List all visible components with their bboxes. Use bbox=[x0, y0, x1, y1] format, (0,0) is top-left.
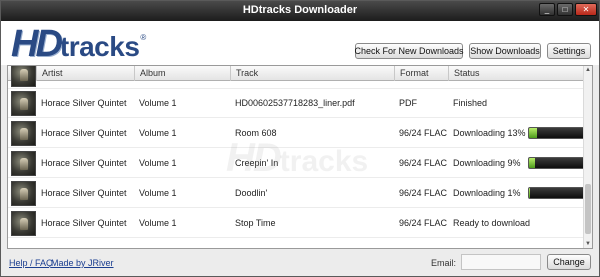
format-cell: 96/24 FLAC bbox=[399, 158, 447, 168]
title-bar[interactable]: HDtracks Downloader _ □ ✕ bbox=[1, 1, 599, 21]
progress-fill bbox=[529, 158, 535, 168]
artist-cell: Horace Silver Quintet bbox=[41, 158, 127, 168]
check-for-new-downloads-button[interactable]: Check For New Downloads bbox=[354, 43, 464, 59]
album-cell: Volume 1 bbox=[139, 188, 177, 198]
album-art-thumbnail bbox=[11, 121, 36, 146]
status-text: Ready to download bbox=[453, 218, 531, 228]
settings-button[interactable]: Settings bbox=[547, 43, 591, 59]
minimize-button[interactable]: _ bbox=[539, 3, 555, 16]
artist-cell: Horace Silver Quintet bbox=[41, 218, 127, 228]
change-email-button[interactable]: Change bbox=[547, 254, 591, 270]
progress-fill bbox=[529, 128, 538, 138]
show-downloads-button[interactable]: Show Downloads bbox=[469, 43, 541, 59]
status-text: Downloading 9% bbox=[453, 158, 521, 168]
status-cell: Downloading 13% bbox=[453, 119, 583, 148]
column-header-artist[interactable]: Artist bbox=[36, 66, 134, 81]
status-text: Downloading 13% bbox=[453, 128, 526, 138]
download-progress-bar bbox=[528, 127, 583, 139]
album-art-thumbnail bbox=[11, 181, 36, 206]
app-window: HDtracks Downloader _ □ ✕ HD tracks ® Ch… bbox=[0, 0, 600, 277]
artist-cell: Horace Silver Quintet bbox=[41, 128, 127, 138]
status-text: Downloading 1% bbox=[453, 188, 521, 198]
logo-tracks: tracks bbox=[59, 31, 140, 62]
artist-cell: Horace Silver Quintet bbox=[41, 98, 127, 108]
close-button[interactable]: ✕ bbox=[575, 3, 597, 16]
download-progress-bar bbox=[528, 187, 583, 199]
table-row[interactable]: Horace Silver Quintet Volume 1 Doodlin' … bbox=[8, 179, 584, 208]
maximize-button[interactable]: □ bbox=[557, 3, 573, 16]
album-cell: Volume 1 bbox=[139, 158, 177, 168]
table-header: Artist Album Track Format Status bbox=[8, 66, 584, 81]
help-faq-link[interactable]: Help / FAQ bbox=[9, 258, 53, 268]
email-label: Email: bbox=[431, 258, 457, 268]
format-cell: 96/24 FLAC bbox=[399, 218, 447, 228]
album-art-thumbnail bbox=[11, 91, 36, 116]
hdtracks-logo: HD tracks ® bbox=[11, 24, 146, 67]
email-input[interactable] bbox=[461, 254, 541, 270]
scrollbar-thumb[interactable] bbox=[585, 184, 591, 234]
album-cell: Volume 1 bbox=[139, 128, 177, 138]
status-cell: Downloading 9% bbox=[453, 149, 583, 178]
column-header-track[interactable]: Track bbox=[230, 66, 394, 81]
track-cell: Doodlin' bbox=[235, 188, 268, 198]
vertical-scrollbar[interactable]: ▲ ▼ bbox=[583, 66, 592, 248]
status-text: Finished bbox=[453, 98, 488, 108]
table-row[interactable]: Horace Silver Quintet Volume 1 Room 608 … bbox=[8, 119, 584, 148]
track-cell: Room 608 bbox=[235, 128, 277, 138]
album-cell: Volume 1 bbox=[139, 218, 177, 228]
album-art-thumbnail bbox=[11, 151, 36, 176]
progress-fill bbox=[529, 188, 530, 198]
format-cell: PDF bbox=[399, 98, 417, 108]
column-header-format[interactable]: Format bbox=[394, 66, 448, 81]
table-row-partial[interactable] bbox=[8, 66, 584, 89]
logo-hd: HD bbox=[11, 23, 63, 65]
window-controls: _ □ ✕ bbox=[539, 3, 597, 16]
table-row[interactable]: Horace Silver Quintet Volume 1 Stop Time… bbox=[8, 209, 584, 238]
window-title: HDtracks Downloader bbox=[242, 4, 358, 16]
column-header-album[interactable]: Album bbox=[134, 66, 230, 81]
table-row[interactable]: Horace Silver Quintet Volume 1 Creepin' … bbox=[8, 149, 584, 178]
downloads-table: Artist Album Track Format Status Horace … bbox=[7, 65, 593, 249]
made-by-jriver-link[interactable]: Made by JRiver bbox=[51, 258, 114, 268]
track-cell: Stop Time bbox=[235, 218, 276, 228]
format-cell: 96/24 FLAC bbox=[399, 188, 447, 198]
column-header-status[interactable]: Status bbox=[448, 66, 584, 81]
track-cell: Creepin' In bbox=[235, 158, 279, 168]
status-cell: Downloading 1% bbox=[453, 179, 583, 208]
scroll-up-arrow-icon[interactable]: ▲ bbox=[584, 66, 592, 74]
status-cell: Finished bbox=[453, 89, 583, 118]
footer: Help / FAQ Made by JRiver Email: Change bbox=[1, 250, 599, 276]
album-art-thumbnail bbox=[11, 66, 36, 87]
track-cell: HD00602537718283_liner.pdf bbox=[235, 98, 355, 108]
format-cell: 96/24 FLAC bbox=[399, 128, 447, 138]
status-cell: Ready to download bbox=[453, 209, 583, 238]
table-row[interactable]: Horace Silver Quintet Volume 1 HD0060253… bbox=[8, 89, 584, 118]
artist-cell: Horace Silver Quintet bbox=[41, 188, 127, 198]
album-cell: Volume 1 bbox=[139, 98, 177, 108]
scroll-down-arrow-icon[interactable]: ▼ bbox=[584, 240, 592, 248]
logo-registered-mark: ® bbox=[140, 33, 147, 42]
download-progress-bar bbox=[528, 157, 583, 169]
album-art-thumbnail bbox=[11, 211, 36, 236]
